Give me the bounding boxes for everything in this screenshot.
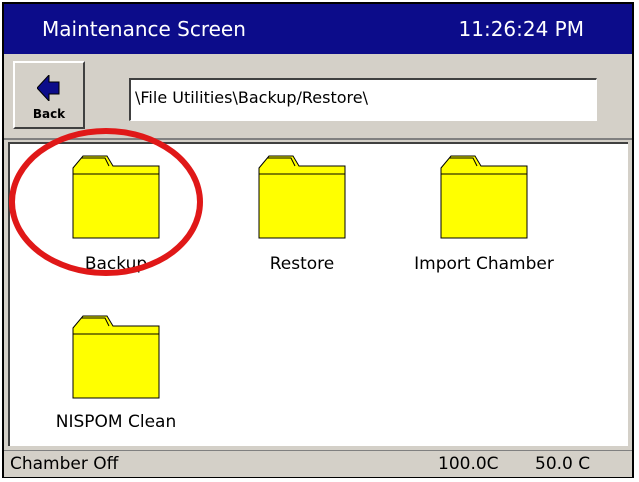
back-button[interactable]: Back bbox=[13, 61, 85, 129]
temperature-readout-1: 100.0C bbox=[438, 454, 499, 474]
folder-label: Restore bbox=[269, 254, 335, 274]
folder-import-chamber[interactable]: Import Chamber bbox=[394, 154, 574, 274]
folder-view: Backup Restore Import Chamber NISPOM Cle… bbox=[8, 142, 628, 446]
folder-backup[interactable]: Backup bbox=[26, 154, 206, 274]
folder-icon bbox=[258, 155, 346, 239]
folder-icon bbox=[72, 155, 160, 239]
back-button-label: Back bbox=[32, 107, 66, 121]
clock: 11:26:24 PM bbox=[458, 17, 585, 41]
folder-label: NISPOM Clean bbox=[55, 412, 177, 432]
folder-icon bbox=[72, 315, 160, 399]
folder-label: Backup bbox=[84, 254, 148, 274]
app-window: Maintenance Screen 11:26:24 PM Back \Fil… bbox=[2, 2, 634, 478]
chamber-status: Chamber Off bbox=[10, 454, 119, 474]
title-bar: Maintenance Screen 11:26:24 PM bbox=[4, 4, 632, 54]
folder-nispom-clean[interactable]: NISPOM Clean bbox=[26, 314, 206, 434]
temperature-readout-2: 50.0 C bbox=[535, 454, 591, 474]
window-title: Maintenance Screen bbox=[42, 17, 246, 41]
path-field[interactable]: \File Utilities\Backup/Restore\ bbox=[129, 78, 597, 121]
toolbar: Back \File Utilities\Backup/Restore\ bbox=[4, 54, 632, 140]
back-arrow-icon bbox=[37, 75, 60, 101]
folder-icon bbox=[440, 155, 528, 239]
folder-restore[interactable]: Restore bbox=[212, 154, 392, 274]
status-bar: Chamber Off 100.0C 50.0 C bbox=[4, 450, 632, 477]
folder-label: Import Chamber bbox=[414, 254, 554, 274]
